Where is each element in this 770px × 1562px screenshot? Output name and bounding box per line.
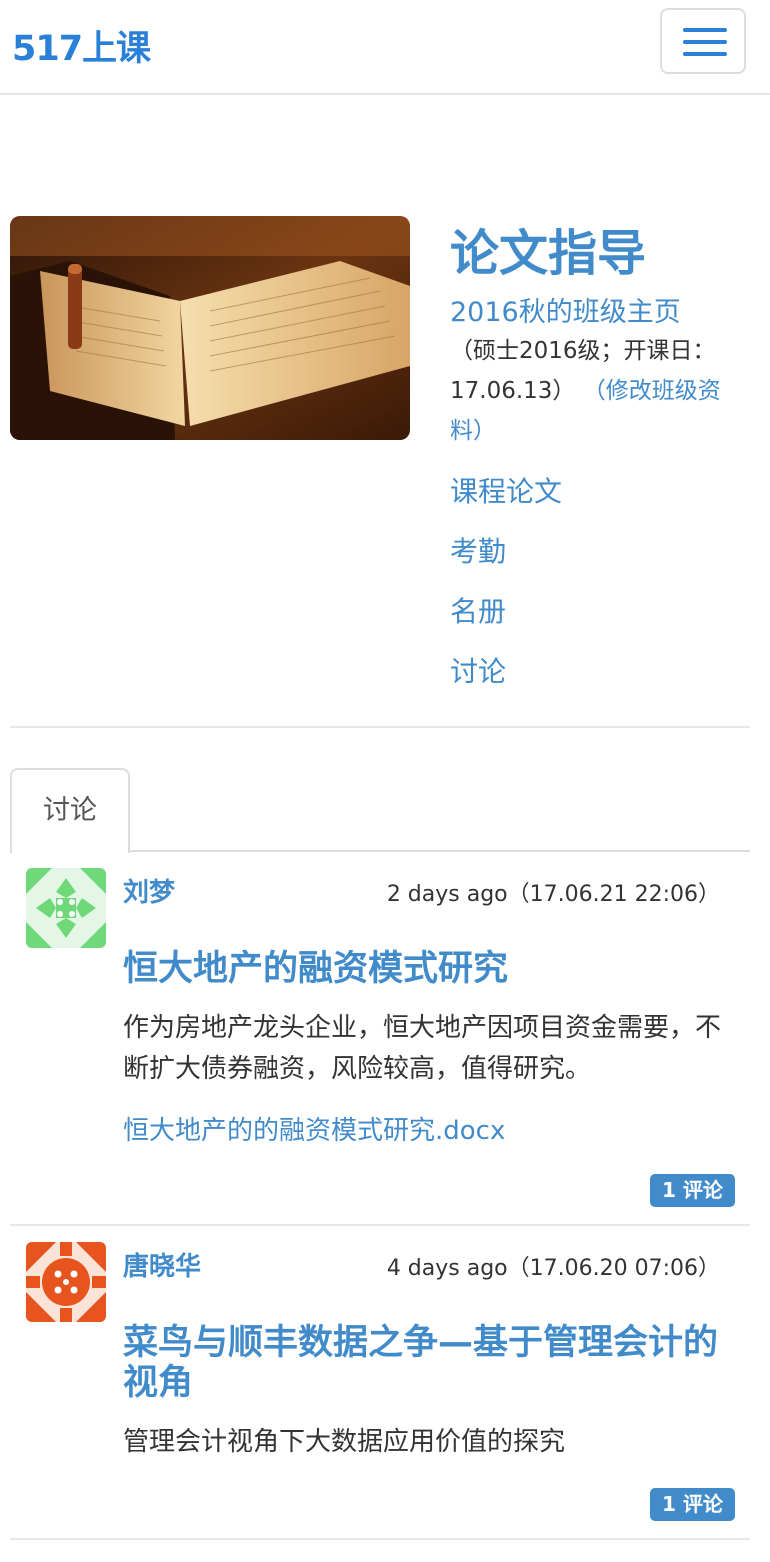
- post-title[interactable]: 菜鸟与顺丰数据之争—基于管理会计的视角: [123, 1323, 723, 1403]
- post-divider: [10, 1538, 750, 1540]
- post-time: 4 days ago（17.06.20 07:06）: [386, 1256, 720, 1281]
- roster-link[interactable]: 名册: [450, 590, 506, 630]
- course-cover-image: [10, 216, 410, 440]
- navbar: 517上课: [0, 0, 770, 95]
- tab-discussion[interactable]: 讨论: [10, 768, 130, 853]
- tab-divider: [130, 850, 750, 852]
- course-papers-link[interactable]: 课程论文: [450, 470, 562, 510]
- class-info: （硕士2016级；开课日：17.06.13） （修改班级资料）: [450, 331, 740, 451]
- post-description: 作为房地产龙头企业，恒大地产因项目资金需要，不断扩大债券融资，风险较高，值得研究…: [123, 1013, 722, 1084]
- brand-logo-link[interactable]: 517上课: [12, 20, 151, 71]
- comment-count-badge[interactable]: 1 评论: [650, 1488, 735, 1521]
- post-author[interactable]: 刘梦: [123, 872, 175, 909]
- course-title: 论文指导: [450, 225, 647, 282]
- class-home-link[interactable]: 2016秋的班级主页: [450, 290, 681, 329]
- post-title[interactable]: 恒大地产的融资模式研究: [123, 949, 723, 989]
- post-description: 管理会计视角下大数据应用价值的探究: [123, 1427, 566, 1457]
- avatar[interactable]: [26, 1553, 106, 1562]
- discussion-link[interactable]: 讨论: [450, 650, 506, 690]
- avatar[interactable]: [26, 1242, 106, 1322]
- menu-toggle-button[interactable]: [660, 8, 746, 74]
- comment-count-badge[interactable]: 1 评论: [650, 1174, 735, 1207]
- section-divider: [10, 726, 750, 728]
- post-time: 2 days ago（17.06.21 22:06）: [386, 882, 720, 907]
- post-author[interactable]: 唐晓华: [123, 1246, 201, 1283]
- avatar[interactable]: [26, 868, 106, 948]
- attachment-link[interactable]: 恒大地产的的融资模式研究.docx: [123, 1110, 505, 1147]
- hamburger-menu-icon: [683, 28, 727, 32]
- post-divider: [10, 1224, 750, 1226]
- attendance-link[interactable]: 考勤: [450, 530, 506, 570]
